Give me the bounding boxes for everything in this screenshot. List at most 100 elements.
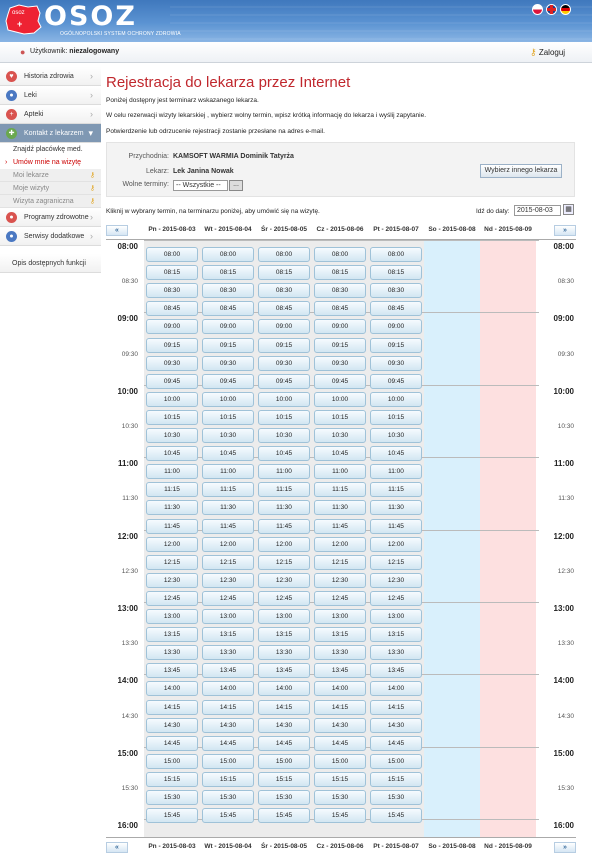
time-slot-button[interactable]: 15:45 bbox=[146, 808, 198, 824]
time-slot-button[interactable]: 12:15 bbox=[146, 554, 198, 570]
time-slot-button[interactable]: 08:45 bbox=[314, 301, 366, 317]
time-slot-button[interactable]: 10:15 bbox=[202, 409, 254, 425]
time-slot-button[interactable]: 15:45 bbox=[258, 808, 310, 824]
time-slot-button[interactable]: 12:45 bbox=[202, 590, 254, 606]
time-slot-button[interactable]: 11:45 bbox=[202, 518, 254, 534]
time-slot-button[interactable]: 10:45 bbox=[370, 446, 422, 462]
time-slot-button[interactable]: 09:15 bbox=[314, 337, 366, 353]
time-slot-button[interactable]: 13:15 bbox=[202, 627, 254, 643]
time-slot-button[interactable]: 08:30 bbox=[314, 283, 366, 299]
time-slot-button[interactable]: 12:00 bbox=[146, 536, 198, 552]
time-slot-button[interactable]: 10:45 bbox=[258, 446, 310, 462]
time-slot-button[interactable]: 13:45 bbox=[146, 663, 198, 679]
time-slot-button[interactable]: 09:45 bbox=[202, 373, 254, 389]
time-slot-button[interactable]: 10:00 bbox=[258, 391, 310, 407]
time-slot-button[interactable]: 12:15 bbox=[202, 554, 254, 570]
sidebar-item-health-programs[interactable]: ● Programy zdrowotne › bbox=[0, 208, 101, 227]
time-slot-button[interactable]: 12:15 bbox=[370, 554, 422, 570]
time-slot-button[interactable]: 11:45 bbox=[258, 518, 310, 534]
time-slot-button[interactable]: 09:15 bbox=[258, 337, 310, 353]
time-slot-button[interactable]: 09:00 bbox=[258, 319, 310, 335]
time-slot-button[interactable]: 14:30 bbox=[146, 717, 198, 733]
time-slot-button[interactable]: 09:30 bbox=[370, 355, 422, 371]
time-slot-button[interactable]: 09:45 bbox=[146, 373, 198, 389]
time-slot-button[interactable]: 15:30 bbox=[370, 790, 422, 805]
time-slot-button[interactable]: 10:15 bbox=[314, 409, 366, 425]
time-slot-button[interactable]: 09:00 bbox=[314, 319, 366, 335]
time-slot-button[interactable]: 12:30 bbox=[202, 572, 254, 588]
time-slot-button[interactable]: 14:30 bbox=[202, 717, 254, 733]
time-slot-button[interactable]: 11:30 bbox=[202, 500, 254, 516]
time-slot-button[interactable]: 08:00 bbox=[370, 247, 422, 262]
time-slot-button[interactable]: 12:15 bbox=[258, 554, 310, 570]
prev-week-button[interactable]: « bbox=[106, 225, 128, 236]
time-slot-button[interactable]: 09:30 bbox=[314, 355, 366, 371]
time-slot-button[interactable]: 11:45 bbox=[370, 518, 422, 534]
time-slot-button[interactable]: 11:30 bbox=[314, 500, 366, 516]
go-to-date-input[interactable]: 2015-08-03 bbox=[514, 205, 561, 216]
time-slot-button[interactable]: 08:45 bbox=[146, 301, 198, 317]
time-slot-button[interactable]: 10:30 bbox=[202, 428, 254, 443]
next-week-button[interactable]: » bbox=[554, 842, 576, 853]
time-slot-button[interactable]: 15:15 bbox=[258, 771, 310, 787]
time-slot-button[interactable]: 09:15 bbox=[202, 337, 254, 353]
sidebar-subitem-foreign-visit[interactable]: Wizyta zagraniczna ⚷ bbox=[0, 195, 101, 208]
free-slots-select[interactable]: -- Wszystkie -- bbox=[173, 180, 228, 191]
time-slot-button[interactable]: 09:45 bbox=[314, 373, 366, 389]
time-slot-button[interactable]: 08:00 bbox=[258, 247, 310, 262]
time-slot-button[interactable]: 09:00 bbox=[202, 319, 254, 335]
time-slot-button[interactable]: 10:30 bbox=[370, 428, 422, 443]
time-slot-button[interactable]: 12:15 bbox=[314, 554, 366, 570]
time-slot-button[interactable]: 13:00 bbox=[202, 609, 254, 624]
time-slot-button[interactable]: 15:30 bbox=[314, 790, 366, 805]
time-slot-button[interactable]: 10:00 bbox=[146, 391, 198, 407]
time-slot-button[interactable]: 08:15 bbox=[370, 265, 422, 281]
time-slot-button[interactable]: 08:00 bbox=[314, 247, 366, 262]
time-slot-button[interactable]: 12:00 bbox=[258, 536, 310, 552]
time-slot-button[interactable]: 12:30 bbox=[258, 572, 310, 588]
time-slot-button[interactable]: 08:45 bbox=[370, 301, 422, 317]
time-slot-button[interactable]: 11:15 bbox=[202, 482, 254, 498]
time-slot-button[interactable]: 14:45 bbox=[258, 735, 310, 751]
sidebar-subitem-book-visit[interactable]: Umów mnie na wizytę bbox=[0, 156, 101, 169]
time-slot-button[interactable]: 13:30 bbox=[258, 645, 310, 661]
sidebar-item-health-history[interactable]: ♥ Historia zdrowia › bbox=[0, 67, 101, 86]
sidebar-subitem-my-visits[interactable]: Moje wizyty ⚷ bbox=[0, 182, 101, 195]
time-slot-button[interactable]: 10:45 bbox=[202, 446, 254, 462]
time-slot-button[interactable]: 11:15 bbox=[314, 482, 366, 498]
time-slot-button[interactable]: 10:15 bbox=[370, 409, 422, 425]
time-slot-button[interactable]: 14:00 bbox=[370, 681, 422, 697]
time-slot-button[interactable]: 14:15 bbox=[146, 699, 198, 715]
time-slot-button[interactable]: 13:45 bbox=[202, 663, 254, 679]
time-slot-button[interactable]: 14:45 bbox=[314, 735, 366, 751]
time-slot-button[interactable]: 12:00 bbox=[202, 536, 254, 552]
time-slot-button[interactable]: 14:15 bbox=[370, 699, 422, 715]
time-slot-button[interactable]: 12:30 bbox=[314, 572, 366, 588]
time-slot-button[interactable]: 13:45 bbox=[258, 663, 310, 679]
time-slot-button[interactable]: 14:00 bbox=[258, 681, 310, 697]
time-slot-button[interactable]: 09:45 bbox=[258, 373, 310, 389]
time-slot-button[interactable]: 08:00 bbox=[146, 247, 198, 262]
time-slot-button[interactable]: 15:45 bbox=[202, 808, 254, 824]
time-slot-button[interactable]: 15:15 bbox=[370, 771, 422, 787]
sidebar-item-doctor-contact[interactable]: ✚ Kontakt z lekarzem ▾ bbox=[0, 124, 101, 143]
time-slot-button[interactable]: 11:45 bbox=[146, 518, 198, 534]
time-slot-button[interactable]: 09:30 bbox=[202, 355, 254, 371]
time-slot-button[interactable]: 15:15 bbox=[146, 771, 198, 787]
time-slot-button[interactable]: 10:30 bbox=[314, 428, 366, 443]
time-slot-button[interactable]: 08:30 bbox=[202, 283, 254, 299]
time-slot-button[interactable]: 11:00 bbox=[258, 464, 310, 480]
time-slot-button[interactable]: 12:30 bbox=[370, 572, 422, 588]
time-slot-button[interactable]: 13:30 bbox=[146, 645, 198, 661]
time-slot-button[interactable]: 08:45 bbox=[258, 301, 310, 317]
time-slot-button[interactable]: 13:00 bbox=[314, 609, 366, 624]
time-slot-button[interactable]: 13:00 bbox=[146, 609, 198, 624]
time-slot-button[interactable]: 09:00 bbox=[370, 319, 422, 335]
time-slot-button[interactable]: 11:15 bbox=[258, 482, 310, 498]
time-slot-button[interactable]: 12:45 bbox=[258, 590, 310, 606]
time-slot-button[interactable]: 12:00 bbox=[370, 536, 422, 552]
time-slot-button[interactable]: 11:00 bbox=[202, 464, 254, 480]
time-slot-button[interactable]: 14:15 bbox=[202, 699, 254, 715]
time-slot-button[interactable]: 13:00 bbox=[370, 609, 422, 624]
time-slot-button[interactable]: 14:00 bbox=[314, 681, 366, 697]
